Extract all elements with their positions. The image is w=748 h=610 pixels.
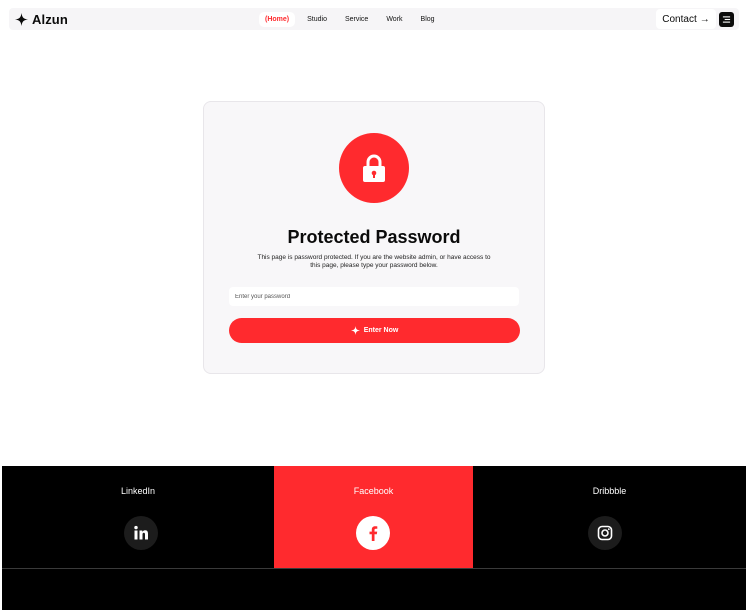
contact-button[interactable]: Contact → bbox=[656, 9, 716, 29]
enter-now-button[interactable]: Enter Now bbox=[229, 318, 520, 343]
card-title: Protected Password bbox=[287, 227, 461, 247]
enter-now-label: Enter Now bbox=[363, 327, 399, 334]
linkedin-icon bbox=[134, 525, 148, 540]
instagram-button[interactable] bbox=[588, 516, 622, 550]
nav-item-home[interactable]: (Home) bbox=[259, 11, 296, 27]
main-nav: (Home) Studio Service Work Blog bbox=[259, 10, 441, 28]
nav-item-work[interactable]: Work bbox=[380, 12, 408, 27]
instagram-icon bbox=[597, 525, 613, 541]
social-facebook[interactable]: Facebook bbox=[274, 466, 473, 568]
social-label-dribbble: Dribbble bbox=[592, 486, 627, 496]
facebook-icon bbox=[369, 526, 378, 541]
footer: LinkedIn Facebook Dribbble bbox=[2, 466, 746, 610]
facebook-button[interactable] bbox=[356, 516, 390, 550]
lock-badge bbox=[339, 133, 409, 203]
logo-text: Alzun bbox=[32, 11, 68, 27]
footer-divider bbox=[2, 568, 746, 569]
lock-icon bbox=[363, 154, 385, 182]
nav-item-studio[interactable]: Studio bbox=[301, 12, 333, 27]
nav-item-service[interactable]: Service bbox=[339, 12, 374, 27]
logo[interactable]: Alzun bbox=[15, 10, 68, 28]
password-card: Protected Password This page is password… bbox=[203, 101, 545, 374]
hamburger-menu-icon bbox=[722, 16, 731, 23]
header-bar: Alzun (Home) Studio Service Work Blog Co… bbox=[9, 8, 739, 30]
social-linkedin[interactable]: LinkedIn bbox=[2, 466, 274, 568]
social-dribbble[interactable]: Dribbble bbox=[473, 466, 746, 568]
arrow-right-icon: → bbox=[699, 13, 710, 25]
social-label-linkedin: LinkedIn bbox=[120, 486, 156, 496]
sparkle-icon bbox=[350, 326, 360, 335]
nav-item-blog[interactable]: Blog bbox=[415, 12, 441, 27]
sparkle-icon bbox=[15, 12, 28, 26]
page: Alzun (Home) Studio Service Work Blog Co… bbox=[0, 0, 748, 610]
social-label-facebook: Facebook bbox=[353, 486, 394, 496]
linkedin-button[interactable] bbox=[124, 516, 158, 550]
password-input[interactable] bbox=[229, 287, 519, 306]
menu-button[interactable] bbox=[719, 12, 734, 27]
card-description: This page is password protected. If you … bbox=[257, 254, 491, 269]
contact-label: Contact bbox=[662, 13, 697, 25]
